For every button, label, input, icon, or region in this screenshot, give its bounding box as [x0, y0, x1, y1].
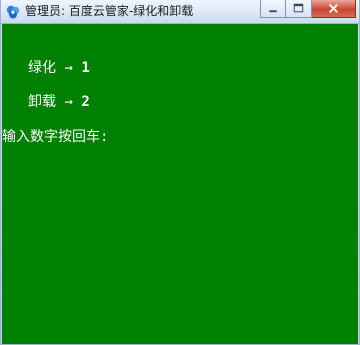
- baidu-cloud-app-icon: [6, 5, 20, 19]
- title-bar[interactable]: 管理员: 百度云管家-绿化和卸载: [1, 0, 359, 24]
- menu-option-key: 1: [81, 60, 90, 76]
- window-controls: [260, 0, 356, 20]
- minimize-button[interactable]: [260, 0, 286, 18]
- menu-option-uninstall: 卸载 → 2: [28, 93, 90, 111]
- window-title: 管理员: 百度云管家-绿化和卸载: [25, 4, 194, 18]
- maximize-icon: [293, 3, 304, 13]
- menu-option-green: 绿化 → 1: [28, 59, 90, 77]
- console-output[interactable]: 绿化 → 1 卸载 → 2 输入数字按回车:: [2, 24, 358, 344]
- close-button[interactable]: [312, 0, 356, 18]
- arrow-icon: →: [64, 94, 73, 110]
- input-prompt: 输入数字按回车:: [2, 129, 109, 145]
- maximize-button[interactable]: [286, 0, 312, 18]
- console-window: 管理员: 百度云管家-绿化和卸载 绿化 → 1 卸载 → 2 输入数字按回车:: [0, 0, 360, 345]
- menu-option-key: 2: [81, 94, 90, 110]
- menu-option-label: 绿化: [28, 60, 56, 76]
- close-icon: [329, 4, 338, 13]
- arrow-icon: →: [64, 60, 73, 76]
- minimize-icon: [269, 10, 277, 13]
- menu-option-label: 卸载: [28, 94, 56, 110]
